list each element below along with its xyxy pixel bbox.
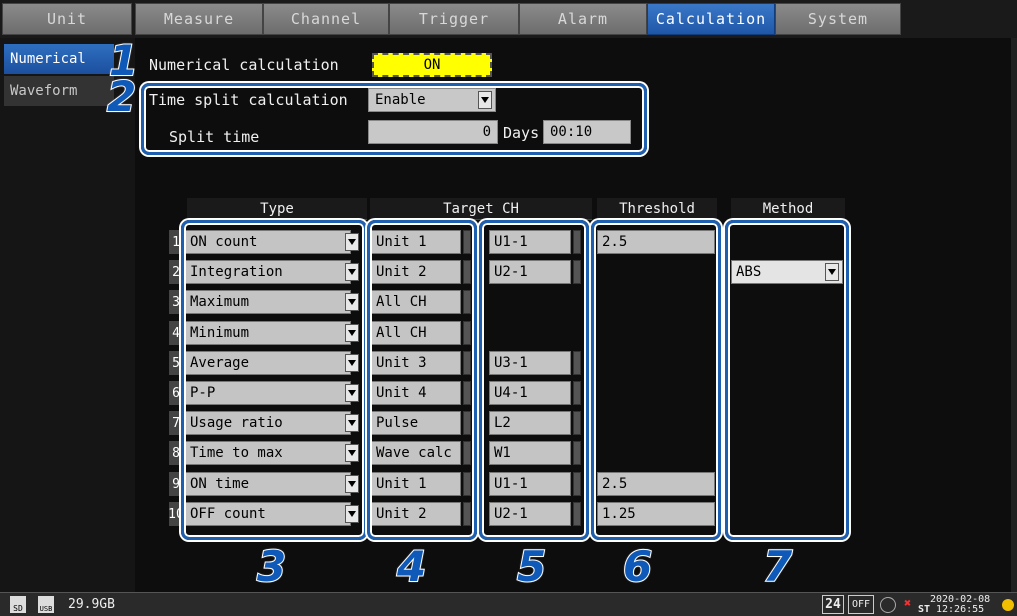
status-time: 12:26:55 xyxy=(936,604,985,615)
column-header-type: Type xyxy=(187,198,367,220)
side-item-waveform[interactable]: Waveform xyxy=(4,76,114,106)
tab-alarm[interactable]: Alarm xyxy=(519,3,647,35)
indicator-icon xyxy=(1002,599,1014,611)
callout-box-3 xyxy=(181,220,367,540)
column-header-target: Target CH xyxy=(370,198,592,220)
status-bar: SD USB 29.9GB 24 OFF ✖ 2020-02-08 ST 12:… xyxy=(0,592,1017,616)
callout-box-5 xyxy=(479,220,589,540)
callout-box-7 xyxy=(725,220,849,540)
callout-number-4: 4 xyxy=(396,541,427,592)
callout-box-4 xyxy=(367,220,477,540)
callout-number-3: 3 xyxy=(256,541,287,592)
callout-box-6 xyxy=(591,220,721,540)
status-st: ST xyxy=(918,604,931,615)
tab-bar: Unit Measure Channel Trigger Alarm Calcu… xyxy=(0,0,1017,38)
tab-system[interactable]: System xyxy=(775,3,901,35)
column-header-threshold: Threshold xyxy=(597,198,717,220)
callout-box-2 xyxy=(141,83,647,155)
clock-icon xyxy=(880,597,896,613)
main-panel: Numerical calculation ON Time split calc… xyxy=(106,35,1011,592)
tab-unit[interactable]: Unit xyxy=(2,3,132,35)
numerical-calc-label: Numerical calculation xyxy=(149,56,339,74)
callout-number-2: 2 xyxy=(106,71,137,122)
column-header-method: Method xyxy=(731,198,845,220)
tab-calculation[interactable]: Calculation xyxy=(647,3,775,35)
tab-measure[interactable]: Measure xyxy=(135,3,263,35)
side-item-numerical[interactable]: Numerical xyxy=(4,44,114,74)
callout-number-7: 7 xyxy=(762,541,793,592)
badge-24: 24 xyxy=(822,595,844,614)
usb-icon-label: USB xyxy=(39,605,53,613)
sd-icon-label: SD xyxy=(13,604,23,613)
screen: Unit Measure Channel Trigger Alarm Calcu… xyxy=(0,0,1017,616)
network-icon: ✖ xyxy=(904,596,912,610)
callout-number-6: 6 xyxy=(622,541,653,592)
callout-number-5: 5 xyxy=(516,541,547,592)
sd-card-icon: SD xyxy=(10,596,26,613)
tab-channel[interactable]: Channel xyxy=(263,3,389,35)
badge-off: OFF xyxy=(848,595,874,614)
tab-trigger[interactable]: Trigger xyxy=(389,3,519,35)
numerical-calc-toggle[interactable]: ON xyxy=(372,53,492,77)
side-menu: Numerical Waveform xyxy=(0,38,135,592)
usb-icon: USB xyxy=(38,596,54,613)
storage-free: 29.9GB xyxy=(68,597,115,612)
